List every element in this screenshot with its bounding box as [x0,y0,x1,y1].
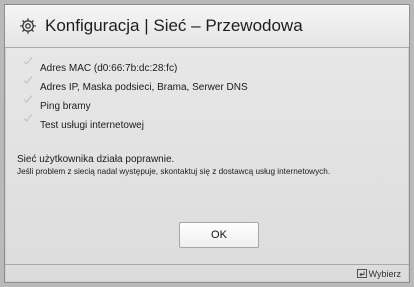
check-item-label: Adres IP, Maska podsieci, Brama, Serwer … [40,82,248,93]
status-message: Sieć użytkownika działa poprawnie. [17,154,175,165]
enter-key-icon [356,269,367,278]
checkmark-icon [23,57,33,65]
check-item-internet: Test usługi internetowej [23,114,399,136]
help-message: Jeśli problem z siecią nadal występuje, … [17,167,331,176]
check-item-label: Adres MAC (d0:66:7b:dc:28:fc) [40,63,178,74]
check-item-label: Ping bramy [40,101,91,112]
ok-button[interactable]: OK [179,222,259,248]
network-config-dialog: Konfiguracja | Sieć – Przewodowa Adres M… [4,4,410,283]
dialog-title: Konfiguracja | Sieć – Przewodowa [45,16,303,35]
check-item-ping: Ping bramy [23,95,399,117]
footer-bar: Wybierz [5,264,409,284]
checkmark-icon [23,114,33,122]
title-bar: Konfiguracja | Sieć – Przewodowa [5,5,409,48]
gear-icon [20,18,36,34]
checkmark-icon [23,76,33,84]
check-list: Adres MAC (d0:66:7b:dc:28:fc) Adres IP, … [23,57,399,136]
check-item-mac: Adres MAC (d0:66:7b:dc:28:fc) [23,57,399,79]
select-hint: Wybierz [356,269,401,279]
check-item-label: Test usługi internetowej [40,120,144,131]
check-item-ip: Adres IP, Maska podsieci, Brama, Serwer … [23,76,399,98]
select-label: Wybierz [368,269,401,279]
checkmark-icon [23,95,33,103]
